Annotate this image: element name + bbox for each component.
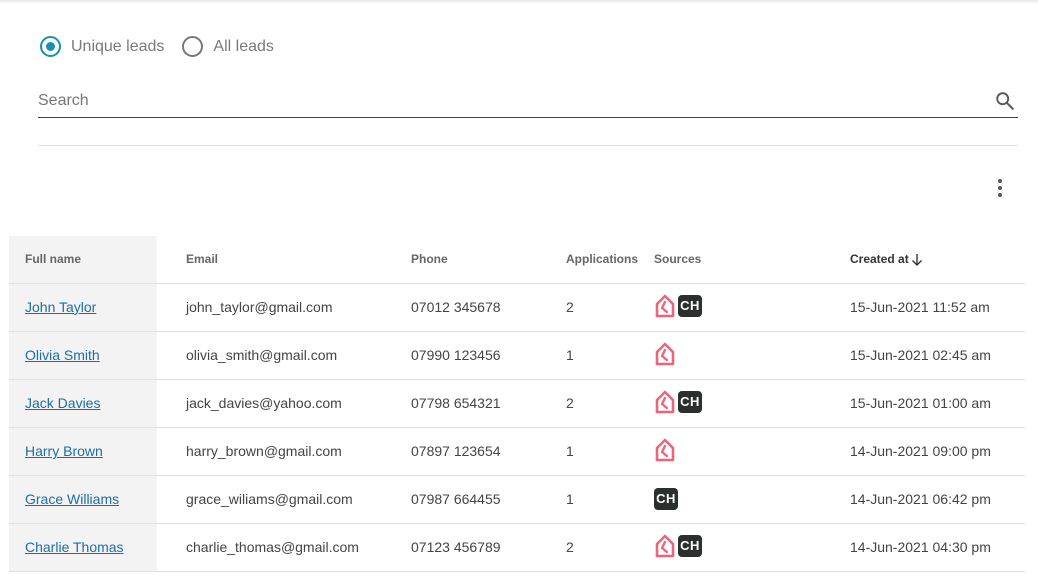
cell-sources: CH xyxy=(645,379,840,428)
table-row[interactable]: Harry Brown harry_brown@gmail.com 07897 12… xyxy=(9,427,1025,476)
house-source-icon xyxy=(655,534,675,557)
cell-applications: 1 xyxy=(537,331,645,380)
cell-applications: 2 xyxy=(537,523,645,572)
lead-name-link[interactable]: Jack Davies xyxy=(25,395,100,411)
radio-checked-icon[interactable] xyxy=(40,36,61,57)
table-row[interactable]: Jack Davies jack_davies@yahoo.com 07798 65… xyxy=(9,379,1025,428)
radio-all-leads-label: All leads xyxy=(213,37,274,55)
table-header-row: Full name Email Phone Applications Sourc… xyxy=(9,236,1025,284)
cell-applications: 2 xyxy=(537,283,645,332)
cell-email: harry_brown@gmail.com xyxy=(157,427,382,476)
ch-source-badge: CH xyxy=(654,488,678,510)
cell-email: john_taylor@gmail.com xyxy=(157,283,382,332)
arrow-down-icon xyxy=(911,253,922,266)
cell-full-name: Grace Williams xyxy=(9,475,157,524)
lead-filter-radio-group: Unique leads All leads xyxy=(40,36,292,57)
cell-created-at: 14-Jun-2021 04:30 pm xyxy=(840,523,1025,572)
divider xyxy=(38,145,1018,146)
cell-phone: 07012 345678 xyxy=(382,283,537,332)
house-source-icon xyxy=(655,294,675,317)
lead-name-link[interactable]: Olivia Smith xyxy=(25,347,100,363)
house-source-icon xyxy=(655,390,675,413)
lead-name-link[interactable]: Harry Brown xyxy=(25,443,103,459)
top-shadow xyxy=(0,0,1038,4)
sources-group xyxy=(654,341,678,367)
cell-sources xyxy=(645,427,840,476)
sources-group xyxy=(654,437,678,463)
cell-full-name: Harry Brown xyxy=(9,427,157,476)
table-row[interactable]: Charlie Thomas charlie_thomas@gmail.com 07… xyxy=(9,523,1025,572)
cell-email: jack_davies@yahoo.com xyxy=(157,379,382,428)
header-created-at-label: Created at xyxy=(850,251,909,266)
table-row[interactable]: Grace Williams grace_wiliams@gmail.com 079… xyxy=(9,475,1025,524)
cell-created-at: 15-Jun-2021 02:45 am xyxy=(840,331,1025,380)
cell-created-at: 14-Jun-2021 06:42 pm xyxy=(840,475,1025,524)
radio-unique-leads[interactable]: Unique leads xyxy=(40,36,164,57)
cell-sources: CH xyxy=(645,475,840,524)
ch-source-badge: CH xyxy=(678,390,702,413)
cell-full-name: Jack Davies xyxy=(9,379,157,428)
radio-all-leads[interactable]: All leads xyxy=(182,36,274,57)
search-icon[interactable] xyxy=(994,90,1016,112)
cell-full-name: Charlie Thomas xyxy=(9,523,157,572)
lead-name-link[interactable]: John Taylor xyxy=(25,299,96,315)
search-field xyxy=(38,84,1018,118)
cell-email: charlie_thomas@gmail.com xyxy=(157,523,382,572)
header-created-at[interactable]: Created at xyxy=(840,236,1025,284)
cell-created-at: 15-Jun-2021 01:00 am xyxy=(840,379,1025,428)
cell-created-at: 15-Jun-2021 11:52 am xyxy=(840,283,1025,332)
cell-phone: 07987 664455 xyxy=(382,475,537,524)
search-input[interactable] xyxy=(38,90,978,112)
header-email[interactable]: Email xyxy=(157,236,382,284)
cell-phone: 07897 123654 xyxy=(382,427,537,476)
ch-source-badge: CH xyxy=(678,534,702,557)
cell-applications: 1 xyxy=(537,427,645,476)
cell-sources xyxy=(645,331,840,380)
lead-name-link[interactable]: Grace Williams xyxy=(25,491,119,507)
cell-full-name: Olivia Smith xyxy=(9,331,157,380)
sources-group: CH xyxy=(654,293,702,319)
cell-phone: 07990 123456 xyxy=(382,331,537,380)
cell-applications: 2 xyxy=(537,379,645,428)
cell-phone: 07798 654321 xyxy=(382,379,537,428)
cell-email: olivia_smith@gmail.com xyxy=(157,331,382,380)
sources-group: CH xyxy=(654,389,702,415)
table-row[interactable]: Olivia Smith olivia_smith@gmail.com 07990 … xyxy=(9,331,1025,380)
sources-group: CH xyxy=(654,533,702,559)
sources-group: CH xyxy=(654,488,678,510)
cell-email: grace_wiliams@gmail.com xyxy=(157,475,382,524)
header-applications[interactable]: Applications xyxy=(537,236,645,284)
cell-created-at: 14-Jun-2021 09:00 pm xyxy=(840,427,1025,476)
house-source-icon xyxy=(655,438,675,461)
radio-unique-leads-label: Unique leads xyxy=(71,37,165,55)
header-sources[interactable]: Sources xyxy=(645,236,840,284)
radio-unchecked-icon[interactable] xyxy=(182,36,204,57)
cell-sources: CH xyxy=(645,283,840,332)
cell-applications: 1 xyxy=(537,475,645,524)
ch-source-badge: CH xyxy=(678,294,702,317)
header-full-name[interactable]: Full name xyxy=(9,236,157,284)
leads-table: Full name Email Phone Applications Sourc… xyxy=(9,236,1025,572)
lead-name-link[interactable]: Charlie Thomas xyxy=(25,539,124,555)
cell-full-name: John Taylor xyxy=(9,283,157,332)
more-options-icon[interactable] xyxy=(990,176,1010,200)
cell-phone: 07123 456789 xyxy=(382,523,537,572)
house-source-icon xyxy=(655,342,675,365)
table-row[interactable]: John Taylor john_taylor@gmail.com 07012 34… xyxy=(9,283,1025,332)
cell-sources: CH xyxy=(645,523,840,572)
header-phone[interactable]: Phone xyxy=(382,236,537,284)
